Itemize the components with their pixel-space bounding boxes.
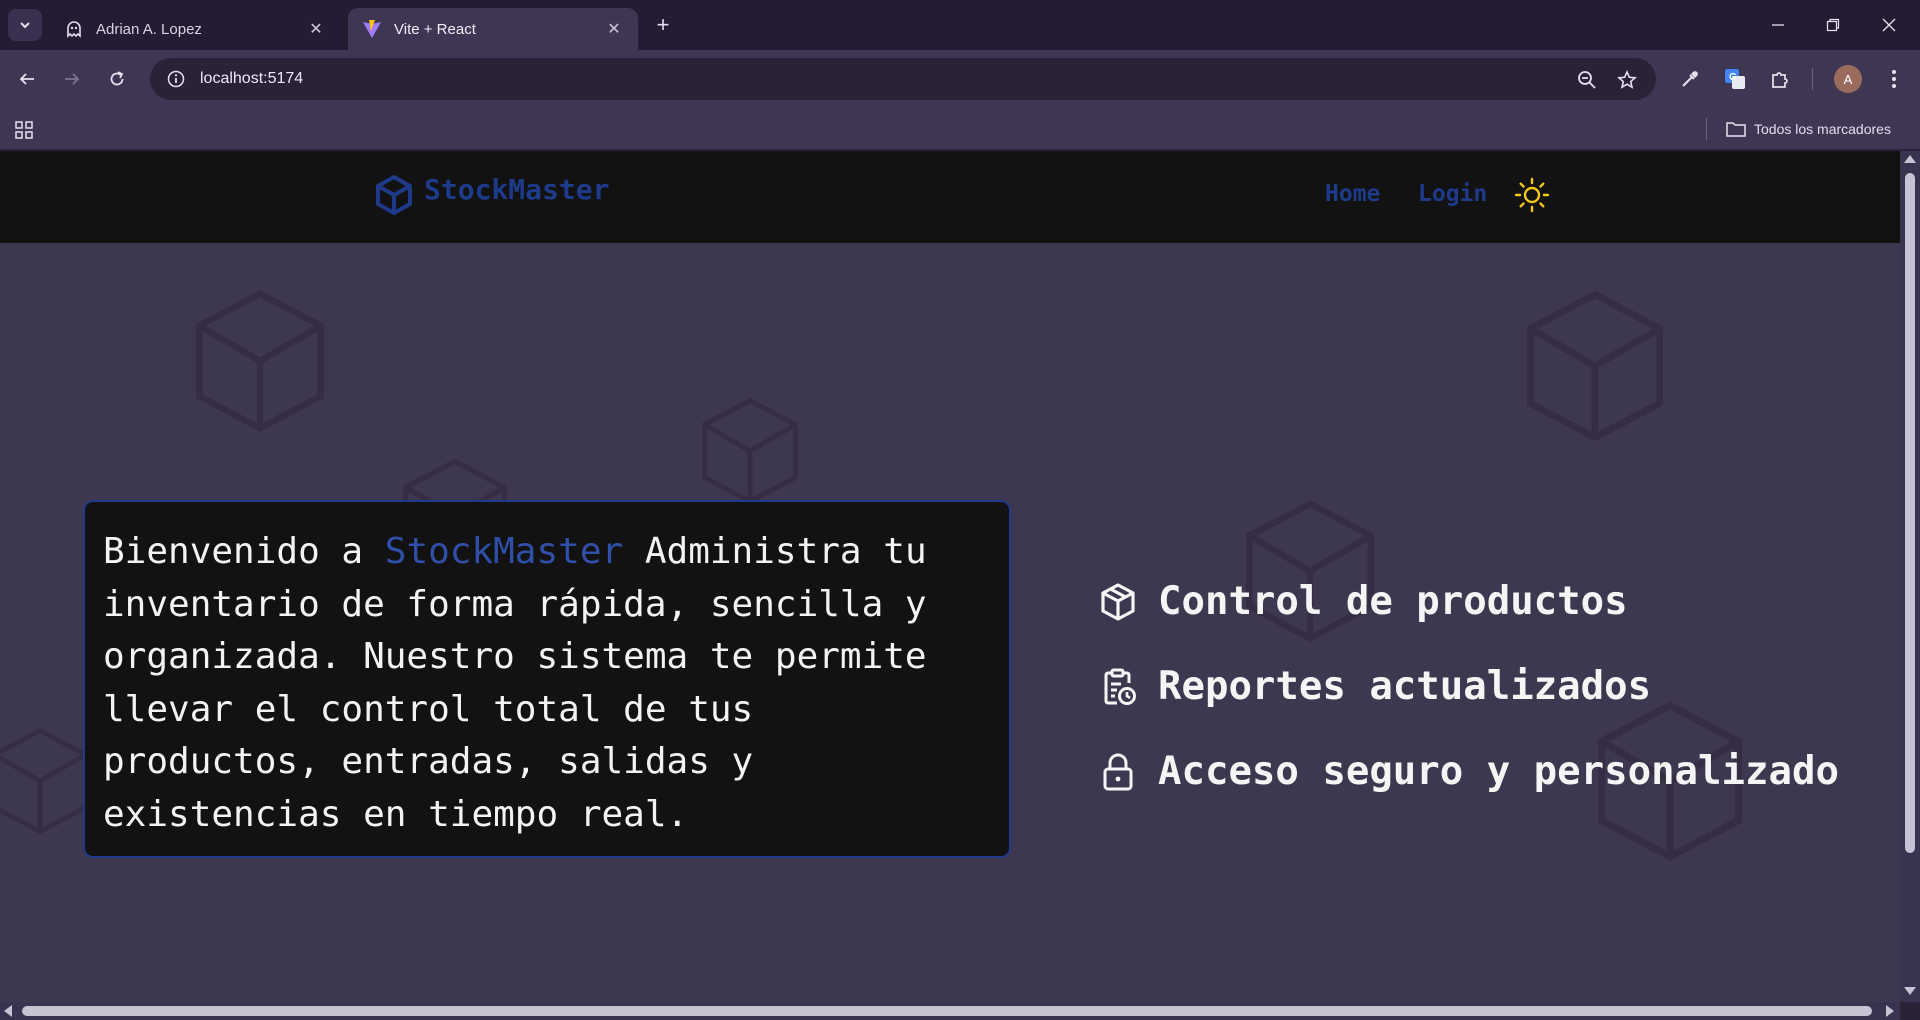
tab-title: Vite + React (394, 20, 476, 38)
box-icon (1096, 580, 1140, 624)
arrow-right-icon (65, 73, 80, 85)
close-icon[interactable]: ✕ (604, 19, 624, 39)
welcome-prefix: Bienvenido a (103, 531, 385, 572)
scrollbar-corner (1900, 1002, 1920, 1020)
scroll-down-arrow-icon[interactable] (1904, 987, 1916, 995)
close-window-button[interactable] (1866, 8, 1912, 42)
background-cube-icon (1527, 290, 1663, 442)
scroll-right-arrow-icon[interactable] (1886, 1005, 1894, 1017)
tab-adrian-lopez[interactable]: Adrian A. Lopez ✕ (50, 8, 340, 50)
background-cube-icon (702, 397, 798, 505)
lock-icon (1096, 750, 1140, 794)
zoom-icon[interactable] (1574, 67, 1600, 93)
scroll-left-arrow-icon[interactable] (4, 1005, 12, 1017)
arrow-left-icon (19, 73, 34, 85)
tab-title: Adrian A. Lopez (96, 20, 202, 38)
horizontal-scroll-thumb[interactable] (22, 1006, 1872, 1016)
bookmarks-bar: Todos los marcadores (0, 108, 1920, 150)
sun-icon (1514, 177, 1550, 213)
welcome-brand: StockMaster (384, 531, 624, 572)
site-navbar: StockMaster Home Login (0, 151, 1900, 243)
site-info-icon[interactable] (164, 67, 188, 91)
extensions-icon[interactable] (1764, 63, 1796, 95)
chevron-down-icon (20, 22, 30, 29)
background-cube-icon (1246, 500, 1374, 642)
clipboard-clock-icon (1096, 665, 1140, 709)
url-text[interactable]: localhost:5174 (200, 70, 303, 88)
minimize-button[interactable] (1755, 8, 1801, 42)
browser-tabstrip: Adrian A. Lopez ✕ Vite + React ✕ + (0, 0, 1920, 50)
address-bar[interactable]: localhost:5174 (150, 58, 1656, 100)
reload-icon (110, 71, 124, 86)
theme-toggle-button[interactable] (1512, 175, 1552, 215)
reload-button[interactable] (101, 63, 133, 95)
horizontal-scrollbar[interactable] (0, 1002, 1900, 1020)
folder-icon (1726, 121, 1746, 137)
more-menu-icon[interactable] (1878, 63, 1910, 95)
minimize-icon (1772, 24, 1784, 26)
restore-icon (1826, 18, 1840, 32)
restore-button[interactable] (1810, 8, 1856, 42)
all-bookmarks-button[interactable]: Todos los marcadores (1726, 116, 1891, 142)
tab-vite-react[interactable]: Vite + React ✕ (348, 8, 638, 50)
new-tab-button[interactable]: + (650, 12, 676, 38)
vite-icon (362, 19, 382, 39)
eyedropper-icon[interactable] (1674, 63, 1706, 95)
nav-home-link[interactable]: Home (1325, 181, 1380, 207)
star-icon[interactable] (1614, 67, 1640, 93)
translate-icon[interactable]: G (1719, 63, 1751, 95)
profile-avatar[interactable]: A (1834, 65, 1862, 93)
toolbar-divider (1812, 68, 1813, 90)
forward-button[interactable] (56, 63, 88, 95)
vertical-scroll-thumb[interactable] (1905, 173, 1915, 853)
svg-text:G: G (1729, 72, 1737, 83)
brand-logo[interactable]: StockMaster (372, 173, 609, 217)
bookmarks-divider (1706, 118, 1707, 140)
close-icon[interactable]: ✕ (306, 19, 326, 39)
background-cube-icon (196, 290, 324, 432)
welcome-body: Administra tu inventario de forma rápida… (103, 531, 927, 835)
tab-search-button[interactable] (8, 9, 42, 41)
vertical-scrollbar[interactable] (1900, 151, 1920, 1002)
feature-item: Acceso seguro y personalizado (1096, 749, 1839, 794)
back-button[interactable] (11, 63, 43, 95)
page-viewport: StockMaster Home Login Bienvenido a Stoc… (0, 151, 1900, 1002)
feature-label: Acceso seguro y personalizado (1158, 749, 1839, 794)
feature-label: Reportes actualizados (1158, 664, 1652, 709)
ghost-icon (64, 19, 84, 39)
welcome-card: Bienvenido a StockMaster Administra tu i… (83, 500, 1011, 858)
box-logo-icon (372, 173, 416, 217)
brand-name: StockMaster (424, 172, 610, 206)
feature-item: Reportes actualizados (1096, 664, 1651, 709)
scroll-up-arrow-icon[interactable] (1904, 155, 1916, 163)
browser-toolbar: localhost:5174 G A (0, 50, 1920, 108)
feature-item: Control de productos (1096, 579, 1628, 624)
nav-login-link[interactable]: Login (1418, 181, 1487, 207)
all-bookmarks-label: Todos los marcadores (1754, 121, 1891, 137)
feature-label: Control de productos (1158, 579, 1628, 624)
apps-grid-icon[interactable] (12, 118, 36, 142)
close-icon (1882, 18, 1896, 32)
